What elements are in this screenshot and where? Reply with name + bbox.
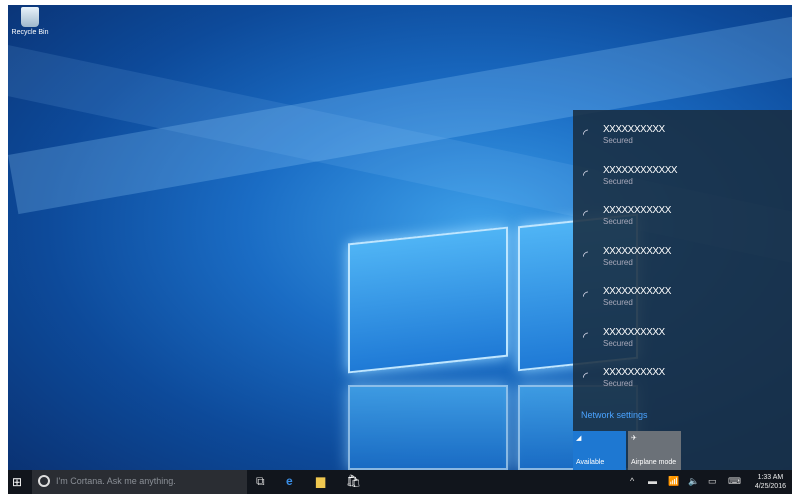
wifi-signal-icon: ◜ [583,288,589,303]
network-ssid: XXXXXXXXXX [603,367,665,378]
action-center-icon[interactable]: ▭ [708,476,717,487]
clock-time: 1:33 AM [757,474,784,481]
recycle-bin-icon [21,7,39,27]
network-ssid: XXXXXXXXXXX [603,205,671,216]
wifi-toggle-tile[interactable]: ◢ Available [573,431,626,470]
airplane-icon: ✈ [631,435,637,442]
network-list-item[interactable]: ◜ XXXXXXXXXXX Secured [573,199,792,239]
network-status: Secured [603,338,633,348]
network-ssid: XXXXXXXXXXX [603,245,671,257]
desktop: Recycle Bin ◜ XXXXXXXXXX Secured ◜ XXXXXX… [8,5,792,494]
network-list-item[interactable]: ◜ XXXXXXXXXXX Secured [573,280,792,320]
search-placeholder: I'm Cortana. Ask me anything. [56,476,176,486]
clock-date: 4/25/2016 [754,483,786,490]
network-status: Secured [603,176,633,186]
network-status: Secured [603,257,633,267]
wifi-signal-icon: ◜ [583,166,589,182]
network-status: Secured [603,379,633,388]
wifi-signal-icon: ◜ [583,328,589,344]
network-settings-link[interactable]: Network settings [581,410,648,420]
taskbar: ⊞ I'm Cortana. Ask me anything. ⧉ e ▆ 🛍 … [8,470,792,494]
network-ssid: XXXXXXXXXX [603,124,665,135]
start-button[interactable]: ⊞ [12,475,22,489]
wifi-icon: ◢ [576,435,582,442]
volume-icon[interactable]: 🔈 [688,476,699,487]
recycle-bin[interactable]: Recycle Bin [10,7,50,36]
chevron-up-icon[interactable]: ^ [630,476,634,486]
network-status: Secured [603,298,633,307]
network-icon[interactable]: 📶 [668,476,679,487]
network-ssid: XXXXXXXXXXXX [603,164,678,176]
cortana-icon [38,475,50,487]
store-icon[interactable]: 🛍 [346,474,361,488]
windows-logo-pane [348,385,508,470]
windows-logo-pane [348,226,508,374]
network-list-item[interactable]: ◜ XXXXXXXXXXX Secured [573,240,792,280]
wifi-signal-icon: ◜ [583,207,589,222]
edge-icon[interactable]: e [286,474,293,488]
file-explorer-icon[interactable]: ▆ [316,474,325,488]
network-ssid: XXXXXXXXXXX [603,286,671,297]
airplane-mode-tile[interactable]: ✈ Airplane mode [628,431,681,470]
network-flyout: ◜ XXXXXXXXXX Secured ◜ XXXXXXXXXXXX Secur… [573,110,792,470]
cortana-search-box[interactable]: I'm Cortana. Ask me anything. [32,470,247,494]
recycle-bin-label: Recycle Bin [11,29,49,36]
tile-label: Available [576,459,605,466]
battery-icon[interactable]: ▬ [648,476,657,486]
wifi-signal-icon: ◜ [583,126,589,141]
network-status: Secured [603,136,633,145]
clock[interactable]: 1:33 AM 4/25/2016 [755,473,786,491]
network-list-item[interactable]: ◜ XXXXXXXXXX Secured [573,118,792,158]
task-view-icon[interactable]: ⧉ [256,474,265,489]
network-list-item[interactable]: ◜ XXXXXXXXXX Secured [573,321,792,361]
network-status: Secured [603,217,633,226]
tile-label: Airplane mode [631,459,677,466]
wifi-signal-icon: ◜ [583,247,589,263]
wifi-signal-icon: ◜ [583,369,589,384]
keyboard-icon[interactable]: ⌨ [728,476,741,487]
network-list-item[interactable]: ◜ XXXXXXXXXXXX Secured [573,159,792,199]
network-ssid: XXXXXXXXXX [603,326,665,338]
network-list-item[interactable]: ◜ XXXXXXXXXX Secured [573,361,792,401]
